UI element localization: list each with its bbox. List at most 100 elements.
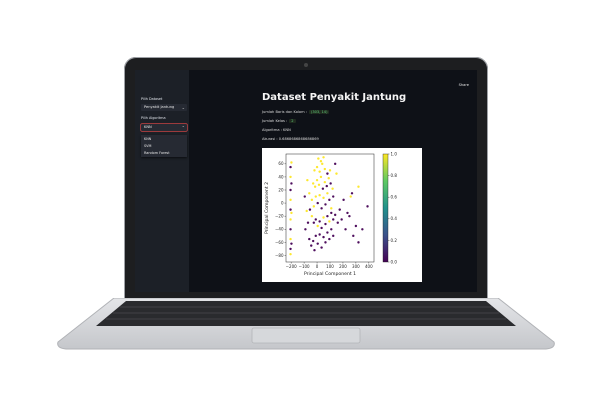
data-point — [349, 195, 352, 198]
y-tick-label: −40 — [275, 227, 284, 232]
data-point — [317, 183, 321, 186]
data-point — [313, 185, 317, 188]
data-point — [326, 172, 329, 175]
data-point — [320, 246, 323, 249]
screen: Pilih Dataset Penyakit Jantung ⌄ Pilih A… — [135, 70, 477, 292]
x-tick-label: 100 — [326, 264, 334, 269]
data-point — [289, 247, 292, 251]
data-point — [323, 167, 327, 171]
data-point — [308, 208, 312, 211]
data-point — [315, 165, 319, 169]
x-tick-label: 300 — [352, 264, 360, 269]
data-point — [311, 239, 315, 243]
data-point — [322, 235, 325, 239]
rows-cols-badge: (303, 14) — [308, 110, 330, 114]
data-point — [289, 252, 292, 256]
algorithm-select[interactable]: KNN ⌃ — [141, 124, 187, 131]
data-point — [325, 184, 328, 188]
data-point — [321, 187, 325, 190]
data-point — [342, 198, 345, 202]
x-tick-label: 0 — [316, 264, 319, 269]
colorbar-tick-label: 0.4 — [391, 216, 398, 221]
data-point — [314, 234, 317, 238]
data-point — [320, 226, 323, 230]
share-button[interactable]: Share — [459, 83, 469, 87]
data-point — [316, 224, 319, 228]
y-tick-label: 60 — [278, 161, 284, 166]
data-point — [289, 228, 292, 231]
keyboard — [96, 301, 516, 326]
webcam-icon — [304, 63, 308, 67]
colorbar — [382, 153, 389, 263]
data-point — [311, 182, 315, 185]
data-point — [310, 244, 313, 247]
accuracy-text: Akurasi : 0.6868686868686869 — [262, 137, 319, 141]
chevron-down-icon: ⌄ — [181, 105, 185, 110]
data-point — [324, 203, 327, 206]
data-point — [319, 160, 323, 163]
data-point — [318, 170, 321, 173]
data-point — [350, 192, 354, 195]
data-point — [315, 178, 319, 182]
data-point — [318, 233, 321, 236]
data-point — [305, 209, 308, 213]
colorbar-tick-label: 0.2 — [391, 238, 398, 243]
chevron-up-icon: ⌃ — [181, 125, 185, 130]
data-point — [289, 218, 292, 221]
data-point — [330, 228, 333, 231]
trackpad[interactable] — [251, 327, 361, 344]
data-point — [332, 195, 335, 198]
sidebar: Pilih Dataset Penyakit Jantung ⌄ Pilih A… — [135, 70, 189, 292]
data-point — [321, 162, 324, 166]
data-point — [330, 211, 333, 215]
data-point — [308, 192, 311, 195]
data-point — [326, 192, 329, 195]
x-tick-label: 200 — [339, 264, 347, 269]
data-point — [333, 162, 337, 166]
colorbar-tick-label: 0.0 — [391, 259, 398, 264]
data-point — [332, 234, 335, 238]
dropdown-option-knn[interactable]: KNN — [144, 137, 151, 141]
data-point — [312, 221, 316, 224]
dropdown-option-svm[interactable]: SVM — [144, 144, 151, 148]
data-point — [330, 207, 333, 210]
y-axis-label: Principal Component 2 — [264, 182, 270, 234]
data-point — [329, 182, 332, 185]
data-point — [289, 208, 292, 211]
classes-badge: 2 — [289, 119, 296, 123]
data-point — [316, 242, 319, 245]
data-point — [322, 216, 325, 219]
data-point — [289, 175, 292, 179]
y-tick-label: −20 — [275, 214, 284, 219]
dropdown-option-random-forest[interactable]: Random Forest — [144, 151, 170, 155]
data-point — [336, 221, 339, 224]
x-tick-label: −100 — [299, 264, 310, 269]
classes-label: Jumlah Kelas : — [262, 119, 288, 123]
colorbar-tick-label: 0.6 — [391, 195, 398, 200]
data-point — [335, 172, 338, 175]
data-point — [327, 177, 330, 180]
data-point — [328, 169, 332, 172]
data-point — [308, 237, 311, 241]
data-point — [289, 237, 292, 241]
dataset-select-value: Penyakit Jantung — [144, 105, 175, 109]
data-point — [328, 237, 331, 241]
data-point — [328, 220, 331, 223]
data-point — [333, 213, 337, 217]
data-point — [312, 205, 316, 208]
data-point — [338, 208, 341, 211]
data-point — [354, 224, 358, 228]
data-point — [346, 211, 349, 215]
data-point — [348, 214, 351, 218]
data-point — [324, 241, 327, 244]
data-point — [310, 214, 314, 218]
data-point — [319, 175, 323, 179]
data-point — [306, 221, 310, 224]
dataset-select[interactable]: Penyakit Jantung ⌄ — [141, 104, 187, 111]
x-tick-label: −200 — [286, 264, 297, 269]
data-point — [317, 157, 320, 160]
data-point — [344, 228, 347, 231]
data-point — [323, 180, 327, 184]
data-point — [303, 195, 306, 198]
colorbar-tick-label: 1.0 — [391, 151, 398, 156]
